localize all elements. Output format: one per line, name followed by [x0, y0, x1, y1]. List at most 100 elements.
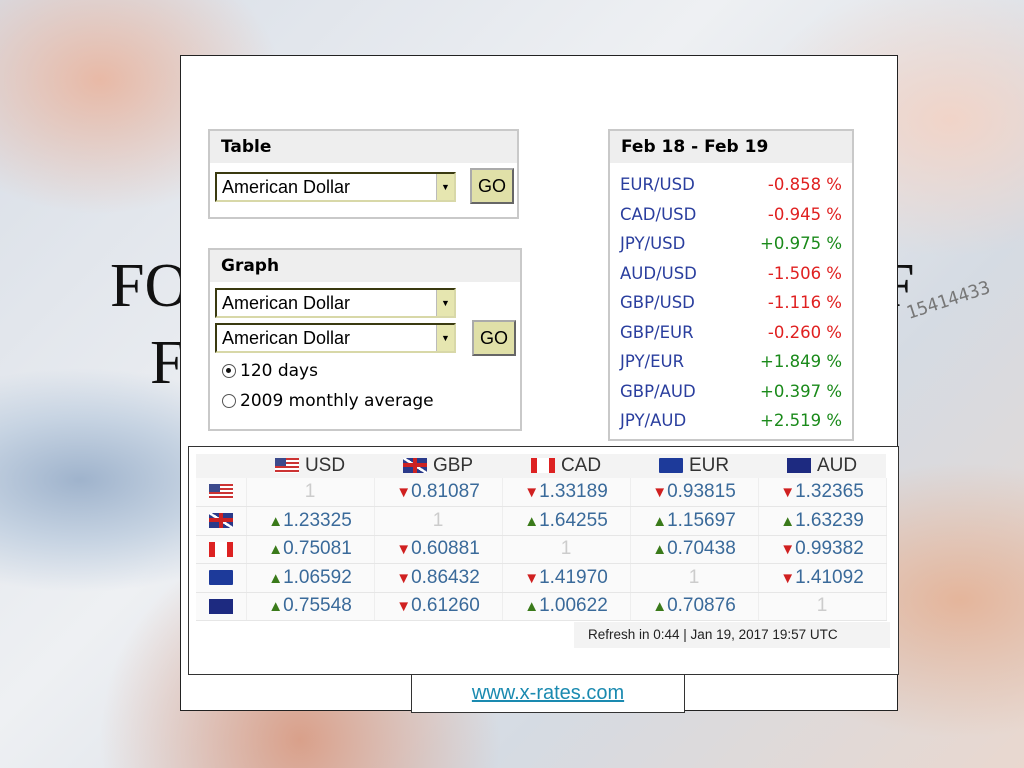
currency-pair[interactable]: AUD/USD	[620, 264, 697, 283]
banknote-serial: 15414433	[903, 277, 993, 324]
rate-cell[interactable]: ▲0.70438	[630, 535, 759, 564]
rate-value: 1.06592	[283, 566, 352, 588]
rate-cell[interactable]: ▼1.32365	[758, 478, 887, 507]
ca-flag-icon	[208, 541, 233, 557]
rate-value: 1	[816, 595, 828, 617]
us-flag-icon	[274, 458, 299, 474]
x-rates-link[interactable]: www.x-rates.com	[411, 674, 685, 713]
change-percent: -1.506 %	[767, 263, 842, 283]
cross-rates-table: USD GBP CAD EUR AUD 1 ▼0.81087 ▼1.33189 ▼0.93815…	[196, 454, 887, 621]
dropdown-arrow-icon: ▼	[436, 174, 454, 200]
rate-cell[interactable]: ▼1.41970	[502, 563, 631, 593]
radio-monthly-average[interactable]: 2009 monthly average	[222, 391, 434, 411]
rate-value: 0.60881	[411, 538, 480, 560]
rate-cell[interactable]: ▼0.60881	[374, 535, 503, 564]
up-arrow-icon: ▲	[268, 598, 284, 616]
rate-cell[interactable]: ▲0.75081	[246, 535, 375, 564]
rate-cell[interactable]: ▲0.75548	[246, 592, 375, 621]
change-row: JPY/USD +0.975 %	[620, 234, 842, 253]
change-percent: -0.260 %	[767, 322, 842, 342]
rate-value: 1.41970	[539, 566, 608, 588]
graph-widget: Graph American Dollar ▼ American Dollar ▼ …	[208, 248, 522, 431]
rate-cell[interactable]: ▼0.61260	[374, 592, 503, 621]
up-arrow-icon: ▲	[268, 541, 284, 559]
change-percent: -0.945 %	[767, 204, 842, 224]
up-arrow-icon: ▲	[524, 512, 540, 530]
change-percent: +0.975 %	[760, 234, 842, 253]
rate-value: 1	[304, 481, 316, 502]
up-arrow-icon: ▲	[268, 569, 284, 587]
rate-value: 1	[432, 509, 444, 531]
graph-from-select[interactable]: American Dollar ▼	[215, 288, 456, 318]
rate-cell[interactable]: ▲0.70876	[630, 592, 759, 621]
down-arrow-icon: ▼	[780, 484, 796, 501]
currency-pair[interactable]: GBP/USD	[620, 293, 695, 312]
table-row: ▲1.06592 ▼0.86432 ▼1.41970 1 ▼1.41092	[196, 563, 887, 593]
column-header: GBP	[374, 454, 502, 478]
rate-value: 0.93815	[667, 481, 736, 502]
currency-pair[interactable]: GBP/EUR	[620, 323, 694, 342]
table-go-button[interactable]: GO	[470, 168, 514, 204]
rate-value: 0.81087	[411, 481, 480, 502]
table-currency-select[interactable]: American Dollar ▼	[215, 172, 456, 202]
rate-value: 0.75081	[283, 538, 352, 560]
table-heading: Table	[210, 131, 517, 163]
currency-code: CAD	[560, 455, 602, 476]
select-value: American Dollar	[222, 177, 351, 197]
change-percent: +0.397 %	[760, 381, 842, 401]
rate-cell[interactable]: ▲1.15697	[630, 506, 759, 536]
change-percent: +1.849 %	[760, 352, 842, 371]
ca-flag-icon	[530, 458, 555, 474]
currency-pair[interactable]: JPY/AUD	[620, 411, 686, 430]
rate-value: 1.23325	[283, 509, 352, 531]
change-row: CAD/USD -0.945 %	[620, 205, 842, 224]
table-row: 1 ▼0.81087 ▼1.33189 ▼0.93815 ▼1.32365	[196, 478, 887, 507]
rate-cell[interactable]: ▼0.81087	[374, 478, 503, 507]
change-row: AUD/USD -1.506 %	[620, 264, 842, 283]
select-value: American Dollar	[222, 293, 351, 313]
us-flag-icon	[208, 484, 233, 500]
rate-value: 0.99382	[795, 538, 864, 560]
gb-flag-icon	[402, 458, 427, 474]
currency-pair[interactable]: EUR/USD	[620, 175, 695, 194]
radio-120-days[interactable]: 120 days	[222, 361, 318, 381]
graph-go-button[interactable]: GO	[472, 320, 516, 356]
rate-cell[interactable]: ▲1.64255	[502, 506, 631, 536]
row-flag	[196, 506, 247, 536]
down-arrow-icon: ▼	[524, 569, 540, 587]
eu-flag-icon	[658, 458, 683, 474]
screenshot-panel: Table American Dollar ▼ GO Graph American…	[180, 55, 899, 713]
slide-title-fragment: FO	[110, 252, 190, 320]
currency-pair[interactable]: JPY/USD	[620, 234, 685, 253]
graph-to-select[interactable]: American Dollar ▼	[215, 323, 456, 353]
change-row: GBP/EUR -0.260 %	[620, 323, 842, 342]
rate-cell: 1	[630, 563, 759, 593]
rate-cell[interactable]: ▼0.86432	[374, 563, 503, 593]
rate-cell[interactable]: ▲1.00622	[502, 592, 631, 621]
radio-label: 120 days	[240, 361, 318, 381]
column-header: AUD	[758, 454, 886, 478]
rate-cell[interactable]: ▲1.63239	[758, 506, 887, 536]
rate-value: 0.70438	[667, 538, 736, 560]
change-row: JPY/EUR +1.849 %	[620, 352, 842, 371]
rate-cell[interactable]: ▼0.93815	[630, 478, 759, 507]
rate-cell[interactable]: ▼1.41092	[758, 563, 887, 593]
up-arrow-icon: ▲	[524, 598, 540, 616]
eu-flag-icon	[208, 570, 233, 586]
rate-value: 1.32365	[795, 481, 864, 502]
up-arrow-icon: ▲	[268, 512, 284, 530]
cross-rates-widget: USD GBP CAD EUR AUD 1 ▼0.81087 ▼1.33189 ▼0.93815…	[188, 446, 899, 675]
rate-cell[interactable]: ▲1.23325	[246, 506, 375, 536]
rate-cell[interactable]: ▲1.06592	[246, 563, 375, 593]
row-flag	[196, 563, 247, 593]
change-percent: -0.858 %	[767, 175, 842, 194]
down-arrow-icon: ▼	[396, 484, 412, 501]
rate-cell[interactable]: ▼0.99382	[758, 535, 887, 564]
currency-pair[interactable]: JPY/EUR	[620, 352, 684, 371]
down-arrow-icon: ▼	[780, 569, 796, 587]
rate-cell[interactable]: ▼1.33189	[502, 478, 631, 507]
currency-pair[interactable]: CAD/USD	[620, 205, 696, 224]
currency-pair[interactable]: GBP/AUD	[620, 382, 696, 401]
down-arrow-icon: ▼	[396, 541, 412, 559]
currency-code: USD	[304, 455, 346, 476]
